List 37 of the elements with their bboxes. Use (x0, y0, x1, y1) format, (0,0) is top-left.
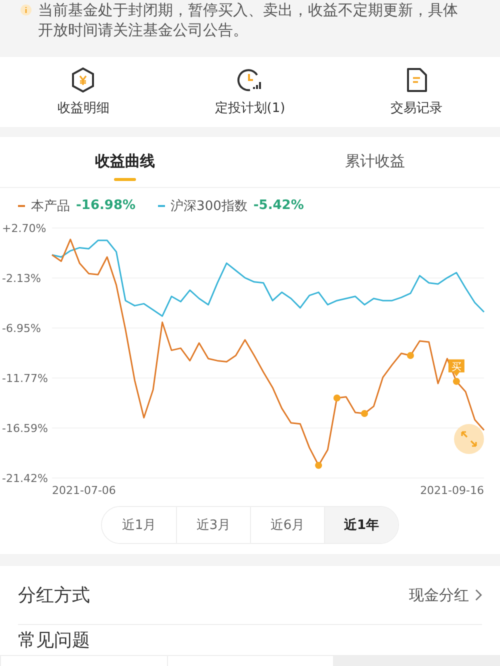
notice-text: 当前基金处于封闭期，暂停买入、卖出，收益不定期更新，具体开放时间请关注基金公司公告。 (38, 0, 459, 40)
chevron-icon (475, 589, 482, 602)
legend-label: 本产品 (31, 198, 70, 215)
row-label: 常见问题 (18, 629, 90, 652)
period-button[interactable]: 近1年 (324, 506, 398, 543)
row-value-button[interactable]: 现金分红 (409, 586, 482, 605)
document-icon (406, 66, 428, 93)
marker-dot (361, 410, 368, 417)
buy-tag: 买 (448, 359, 464, 376)
legend-reading: -5.42% (253, 198, 304, 214)
axis-label: -11.77% (2, 372, 48, 385)
chart-tab[interactable]: 收益曲线 (0, 136, 250, 187)
marker-dot (452, 378, 460, 385)
axis-label: +2.70% (2, 222, 46, 235)
legend-reading: -16.98% (76, 198, 136, 214)
expand-button[interactable] (454, 424, 484, 454)
info-icon (20, 4, 32, 16)
annotation: 买 (451, 362, 462, 373)
shortcut-button[interactable]: 收益明细 (0, 56, 167, 127)
legend-label: 沪深300指数 (170, 198, 248, 215)
axis-label: -16.59% (2, 422, 48, 435)
axis-label: 2021-09-16 (420, 484, 484, 497)
clock-chart-icon (237, 66, 263, 93)
shortcut-button[interactable]: 交易记录 (333, 56, 500, 127)
marker-dot (333, 394, 340, 402)
axis-label: -21.42% (2, 472, 48, 485)
axis-label: 2021-07-06 (52, 484, 116, 497)
legend-swatch (18, 204, 25, 207)
legend-swatch (158, 204, 165, 207)
axis-label: -6.95% (2, 322, 41, 335)
axis-label: -2.13% (2, 272, 41, 285)
row-label: 分红方式 (18, 584, 90, 608)
shortcut-button[interactable]: 定投计划(1) (166, 56, 334, 127)
chart-tab[interactable]: 累计收益 (250, 136, 500, 187)
marker-dot (406, 352, 414, 359)
yen-hexagon-icon (71, 66, 96, 93)
marker-dot (315, 462, 322, 469)
